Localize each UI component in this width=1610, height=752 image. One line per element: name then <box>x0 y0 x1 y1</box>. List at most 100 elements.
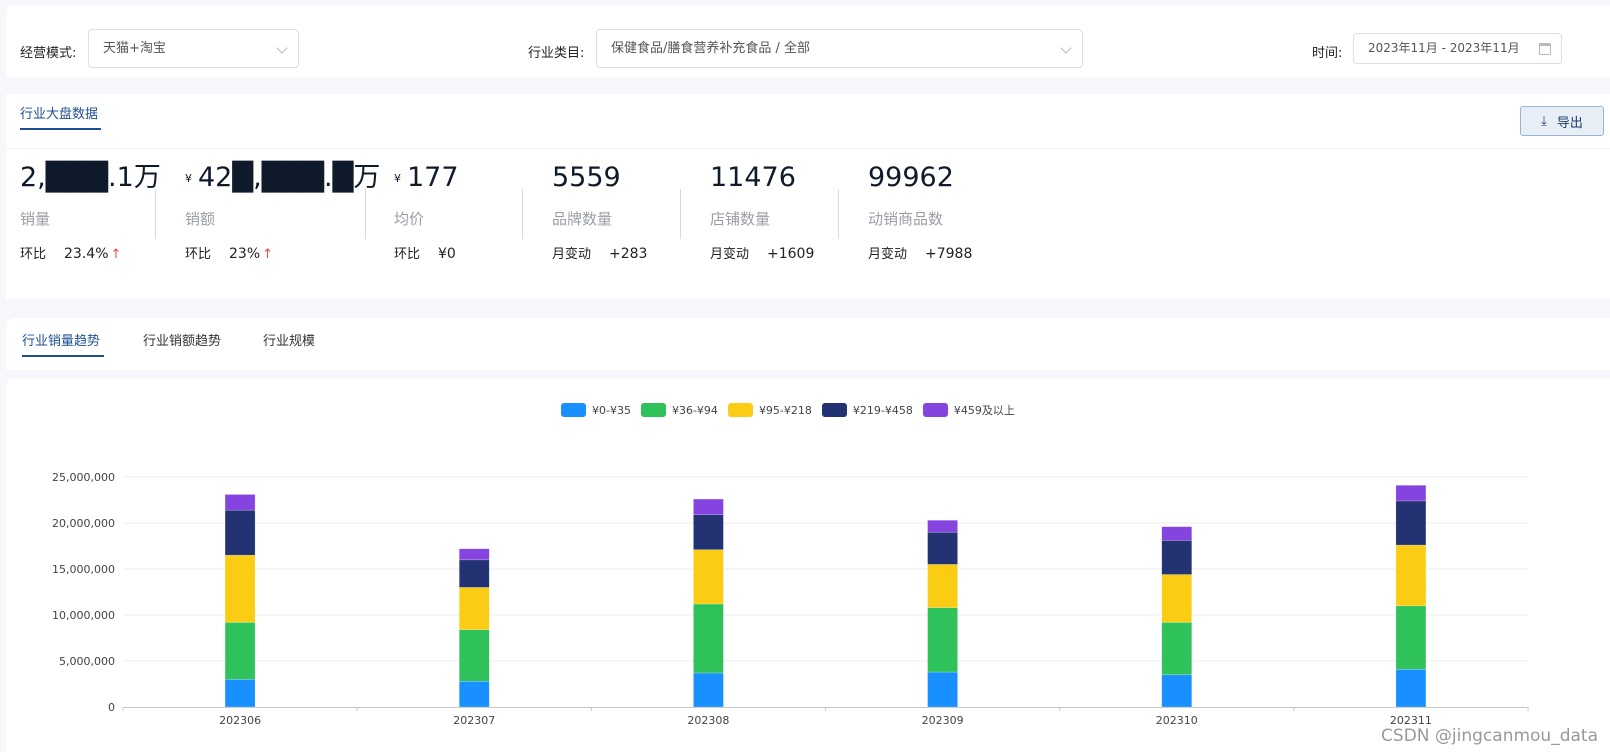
bar-segment <box>224 509 256 556</box>
currency-symbol: ¥ <box>394 171 401 185</box>
mode-select[interactable]: 天猫+淘宝 <box>88 29 299 68</box>
category-select[interactable]: 保健食品/膳食营养补充食品 / 全部 <box>596 29 1083 68</box>
category-label: 行业类目: <box>528 46 585 61</box>
bar-segment <box>1161 574 1193 623</box>
bar-segment <box>927 671 958 708</box>
metric-value: 99962 <box>868 162 954 193</box>
bar-segment <box>693 603 724 674</box>
y-tick-label: 20,000,000 <box>52 517 115 530</box>
metric-change: 环比 23.4% ↑ <box>20 246 122 262</box>
export-button[interactable]: ⤓ 导出 <box>1520 106 1604 136</box>
category-select-value: 保健食品/膳食营养补充食品 / 全部 <box>611 41 811 56</box>
active-tab-indicator <box>22 355 104 357</box>
y-tick-label: 0 <box>108 701 115 714</box>
bar-segment <box>224 622 256 680</box>
bar-segment <box>458 548 490 561</box>
bar-segment <box>224 494 256 511</box>
bar-segment <box>693 549 724 605</box>
metric-name: 销量 <box>20 210 51 228</box>
metric-value: 2,███.1万 <box>20 162 161 193</box>
metric-sales-amount: ¥42█,███.█万 销额 环比 23% ↑ <box>185 160 380 262</box>
bar-segment <box>1395 500 1427 546</box>
metric-change: 环比 23% ↑ <box>185 246 274 262</box>
chart-tabs: 行业销量趋势 行业销额趋势 行业规模 <box>6 318 1610 370</box>
industry-overview-panel: 行业大盘数据 ⤓ 导出 2,███.1万 销量 环比 23.4% ↑ ¥42█,██… <box>6 94 1610 299</box>
bar-segment <box>224 679 256 708</box>
bar-segment <box>1161 540 1193 575</box>
bar-segment <box>1395 668 1427 708</box>
metric-name: 销额 <box>185 210 216 228</box>
download-icon: ⤓ <box>1541 113 1547 129</box>
x-tick-label: 202310 <box>1156 714 1198 727</box>
export-label: 导出 <box>1556 115 1583 131</box>
metric-active-products: 99962 动销商品数 月变动 +7988 <box>868 160 972 262</box>
metric-name: 品牌数量 <box>552 210 613 228</box>
bar-segment <box>927 607 958 673</box>
bar-segment <box>224 554 256 623</box>
metric-name: 动销商品数 <box>868 210 944 228</box>
bar-segment <box>693 514 724 550</box>
tab-sales-amount-trend[interactable]: 行业销额趋势 <box>143 330 221 349</box>
x-tick-label: 202309 <box>922 714 964 727</box>
bar-segment <box>1161 526 1193 541</box>
stacked-bar-chart: 0 5,000,000 10,000,000 15,000,000 20,000,000… <box>52 471 1529 727</box>
active-tab-indicator <box>20 128 101 130</box>
y-tick-label: 5,000,000 <box>59 655 115 668</box>
bar-segment <box>458 629 490 682</box>
currency-symbol: ¥ <box>185 171 192 185</box>
metric-store-count: 11476 店铺数量 月变动 +1609 <box>710 160 814 262</box>
bar-segment <box>927 531 958 565</box>
metric-value: ¥42█,███.█万 <box>185 162 381 193</box>
time-range-picker[interactable]: 2023年11月 - 2023年11月 <box>1353 33 1562 64</box>
bar-segment <box>1395 605 1427 670</box>
divider <box>680 189 681 239</box>
metric-value: ¥177 <box>394 162 459 193</box>
tab-industry-scale[interactable]: 行业规模 <box>263 330 315 349</box>
metric-brand-count: 5559 品牌数量 月变动 +283 <box>552 160 647 262</box>
bar-segment <box>927 564 958 608</box>
divider <box>6 148 1610 149</box>
metric-change: 月变动 +7988 <box>868 246 973 262</box>
mode-select-value: 天猫+淘宝 <box>103 41 166 56</box>
metric-value: 11476 <box>710 162 796 193</box>
bar-segment <box>693 672 724 708</box>
metric-average-price: ¥177 均价 环比 ¥0 <box>394 160 459 262</box>
time-range-value: 2023年11月 - 2023年11月 <box>1368 41 1520 55</box>
x-tick-label: 202308 <box>687 714 729 727</box>
filter-bar: 经营模式: 天猫+淘宝 行业类目: 保健食品/膳食营养补充食品 / 全部 时间:… <box>6 5 1610 78</box>
chart-panel: ¥0-¥35 ¥36-¥94 ¥95-¥218 ¥219-¥458 ¥459及以… <box>6 378 1610 752</box>
metric-name: 均价 <box>394 210 425 228</box>
metric-sales-volume: 2,███.1万 销量 环比 23.4% ↑ <box>20 160 161 262</box>
y-tick-label: 10,000,000 <box>52 609 115 622</box>
arrow-up-icon: ↑ <box>262 247 274 262</box>
x-tick-label: 202307 <box>453 714 495 727</box>
chevron-down-icon <box>1060 42 1072 54</box>
y-tick-label: 15,000,000 <box>52 563 115 576</box>
divider <box>522 189 523 239</box>
bar-segment <box>927 519 958 533</box>
metric-value: 5559 <box>552 162 621 193</box>
bar-segment <box>1161 674 1193 708</box>
calendar-icon <box>1539 43 1551 55</box>
watermark: CSDN @jingcanmou_data <box>1381 726 1598 746</box>
bar-segment <box>458 587 490 631</box>
metric-change: 环比 ¥0 <box>394 246 456 262</box>
tab-sales-volume-trend[interactable]: 行业销量趋势 <box>22 330 100 349</box>
x-tick-label: 202306 <box>219 714 261 727</box>
y-tick-label: 25,000,000 <box>52 471 115 484</box>
bar-segment <box>1395 544 1427 607</box>
bar-segment <box>693 498 724 516</box>
metric-change: 月变动 +283 <box>552 246 648 262</box>
chevron-down-icon <box>276 42 288 54</box>
metric-change: 月变动 +1609 <box>710 246 815 262</box>
arrow-up-icon: ↑ <box>110 247 122 262</box>
bar-segment <box>458 559 490 588</box>
divider <box>365 189 366 239</box>
divider <box>155 189 156 239</box>
divider <box>838 189 839 239</box>
mode-label: 经营模式: <box>20 46 77 61</box>
time-label: 时间: <box>1312 46 1343 61</box>
bar-segment <box>1161 622 1193 676</box>
tab-industry-overview[interactable]: 行业大盘数据 <box>20 103 98 122</box>
bar-segment <box>1395 484 1427 502</box>
